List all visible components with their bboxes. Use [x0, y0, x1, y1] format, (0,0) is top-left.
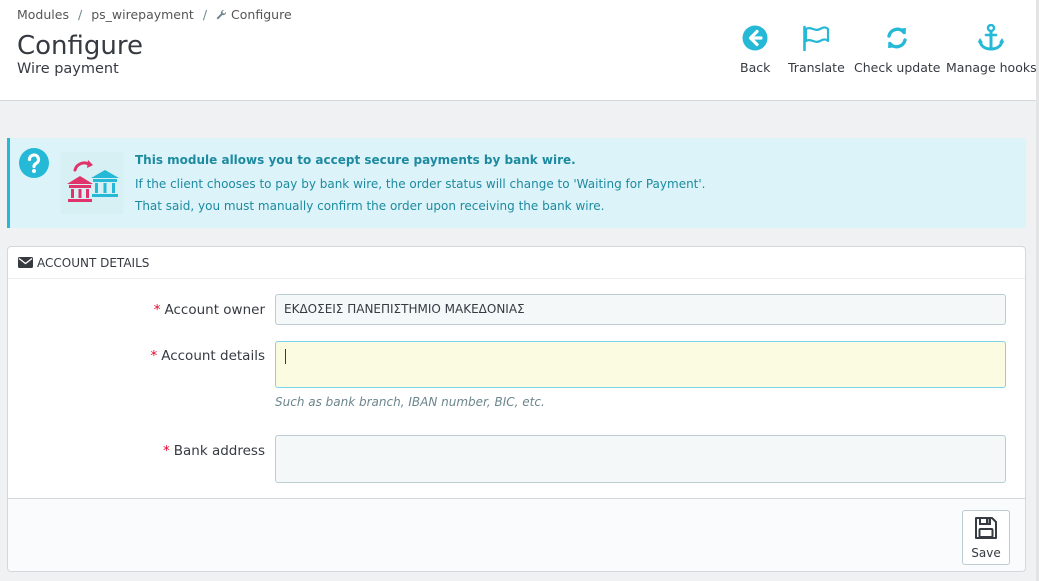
account-owner-input[interactable]: ΕΚΔΟΣΕΙΣ ΠΑΝΕΠΙΣΤΗΜΙΟ ΜΑΚΕΔΟΝΙΑΣ	[275, 294, 1006, 325]
text-cursor	[285, 349, 286, 364]
bank-address-label: * Bank address	[163, 443, 265, 459]
required-marker: *	[153, 302, 161, 318]
breadcrumb-separator: /	[202, 7, 208, 22]
breadcrumb-modules[interactable]: Modules	[17, 7, 69, 22]
manage-hooks-button[interactable]: Manage hooks	[946, 22, 1037, 75]
question-circle-icon	[19, 148, 49, 178]
wrench-icon	[216, 9, 227, 20]
info-alert: This module allows you to accept secure …	[7, 138, 1026, 228]
bank-address-textarea[interactable]	[275, 435, 1006, 483]
save-label: Save	[971, 545, 1001, 560]
account-details-help: Such as bank branch, IBAN number, BIC, e…	[275, 395, 545, 409]
breadcrumb-ps-wirepayment[interactable]: ps_wirepayment	[91, 7, 194, 22]
account-owner-label: * Account owner	[153, 302, 265, 318]
required-marker: *	[163, 443, 170, 459]
panel-heading-title: ACCOUNT DETAILS	[37, 255, 150, 270]
page-subtitle: Wire payment	[17, 61, 119, 77]
breadcrumb: Modules / ps_wirepayment / Configure	[17, 7, 292, 22]
alert-line-2: That said, you must manually confirm the…	[135, 199, 605, 213]
account-details-panel: ACCOUNT DETAILS * Account owner ΕΚΔΟΣΕΙΣ …	[7, 246, 1026, 572]
bank-wire-logo	[61, 152, 123, 214]
page-title: Configure	[17, 31, 144, 61]
panel-heading: ACCOUNT DETAILS	[8, 247, 1025, 279]
alert-line-1: If the client chooses to pay by bank wir…	[135, 177, 706, 191]
panel-footer: Save	[8, 498, 1025, 571]
flag-icon	[802, 22, 830, 54]
floppy-disk-icon	[974, 516, 998, 544]
alert-title: This module allows you to accept secure …	[135, 153, 576, 167]
arrow-left-circle-icon	[742, 22, 768, 54]
account-details-textarea[interactable]	[275, 341, 1006, 388]
check-update-label: Check update	[854, 60, 941, 75]
refresh-icon	[884, 22, 910, 54]
envelope-icon	[18, 257, 33, 268]
save-button[interactable]: Save	[962, 510, 1010, 565]
required-marker: *	[150, 348, 158, 364]
breadcrumb-configure: Configure	[231, 7, 292, 22]
check-update-button[interactable]: Check update	[854, 22, 940, 75]
page-header: Modules / ps_wirepayment / Configure Con…	[0, 0, 1039, 101]
manage-hooks-label: Manage hooks	[946, 60, 1037, 75]
translate-label: Translate	[788, 60, 845, 75]
translate-button[interactable]: Translate	[788, 22, 845, 75]
breadcrumb-separator: /	[77, 7, 83, 22]
account-details-label: * Account details	[150, 348, 265, 364]
back-button[interactable]: Back	[740, 22, 770, 75]
back-label: Back	[740, 60, 771, 75]
anchor-icon	[976, 22, 1006, 54]
